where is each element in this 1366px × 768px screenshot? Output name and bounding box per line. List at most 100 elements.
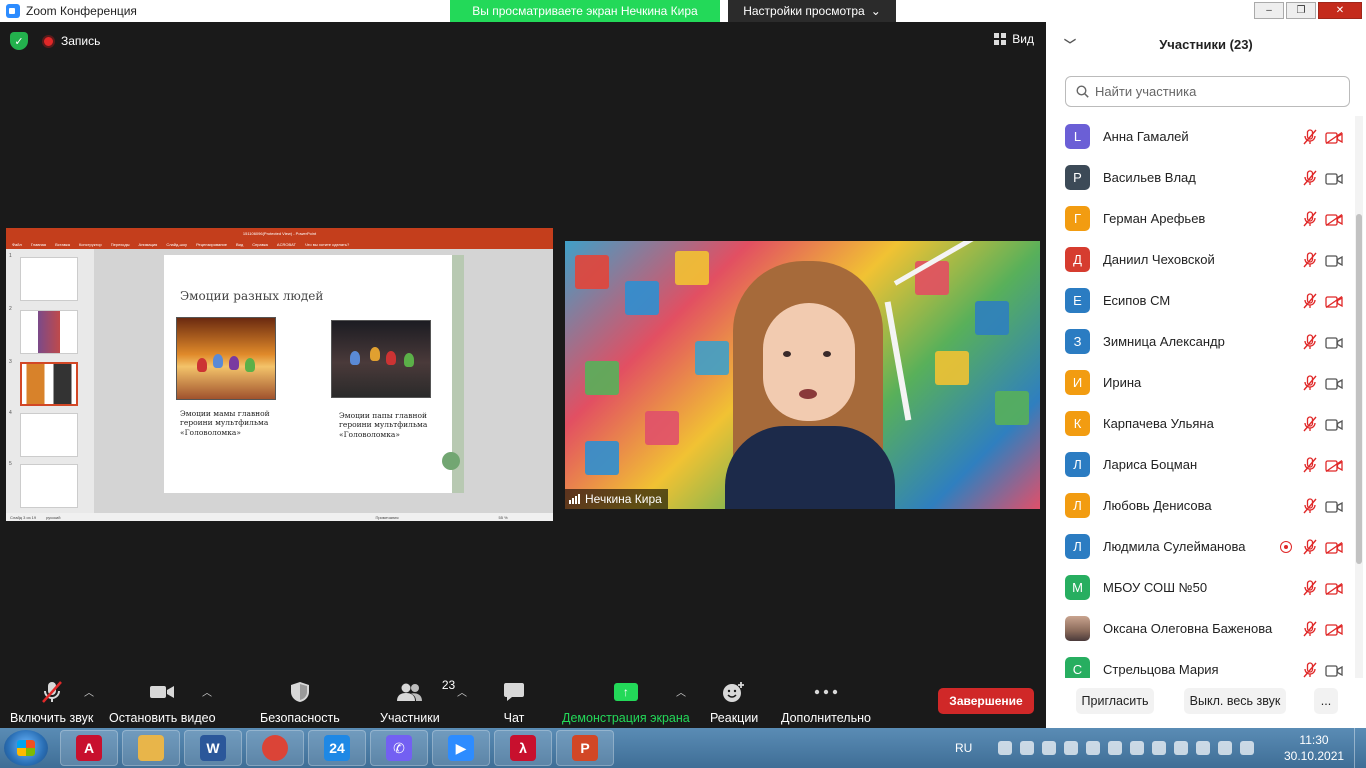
reactions-button[interactable]: Реакции xyxy=(710,680,758,725)
participant-row[interactable]: М МБОУ СОШ №50 xyxy=(1046,567,1354,608)
share-options-caret-icon[interactable]: ︿ xyxy=(676,684,686,699)
more-button[interactable]: Дополнительно xyxy=(781,680,871,725)
collapse-chevron-icon[interactable]: ﹀ xyxy=(1064,36,1076,53)
signal-icon[interactable] xyxy=(1196,741,1211,755)
view-label: Вид xyxy=(1012,32,1034,46)
participant-row[interactable]: L Анна Гамалей xyxy=(1046,116,1354,157)
thumb-number: 5 xyxy=(9,461,12,467)
participant-row[interactable]: Оксана Олеговна Баженова xyxy=(1046,608,1354,649)
character xyxy=(197,358,207,372)
mic-muted-icon xyxy=(1303,210,1317,227)
taskbar-file-explorer-button[interactable] xyxy=(122,730,180,766)
slide-thumbnail xyxy=(20,310,78,354)
language-indicator[interactable]: RU xyxy=(955,741,972,755)
bg-cube xyxy=(675,251,709,285)
screen-icon[interactable] xyxy=(1108,741,1123,755)
bg-cube xyxy=(625,281,659,315)
slide-thumbnail xyxy=(20,464,78,508)
taskbar-powerpoint-button[interactable]: P xyxy=(556,730,614,766)
participant-row[interactable]: Е Есипов СМ xyxy=(1046,280,1354,321)
participant-row[interactable]: Г Герман Арефьев xyxy=(1046,198,1354,239)
encryption-shield-icon[interactable]: ✓ xyxy=(10,32,28,50)
chevron-down-icon: ⌄ xyxy=(870,4,881,18)
scrollbar-thumb[interactable] xyxy=(1356,214,1362,564)
video-off-icon xyxy=(1325,459,1343,472)
slide-thumbnail xyxy=(20,257,78,301)
more-dots-icon xyxy=(814,680,838,704)
bluetooth-icon[interactable] xyxy=(1130,741,1145,755)
participant-row[interactable]: Л Людмила Сулейманова xyxy=(1046,526,1354,567)
ppt-ribbon-tab: Что вы хотите сделать? xyxy=(304,241,350,247)
participant-row[interactable]: К Карпачева Ульяна xyxy=(1046,403,1354,444)
app-24-icon: 24 xyxy=(324,735,350,761)
clock[interactable]: 11:30 30.10.2021 xyxy=(1284,732,1344,764)
participant-video[interactable]: Нечкина Кира xyxy=(565,241,1040,509)
drive-icon[interactable] xyxy=(1020,741,1035,755)
start-button[interactable] xyxy=(4,730,48,766)
audio-options-caret-icon[interactable]: ︿ xyxy=(84,684,94,699)
participant-name: Даниил Чеховской xyxy=(1103,252,1215,267)
bg-cube xyxy=(585,441,619,475)
slide-caption-right: Эмоции папы главной героини мультфильма … xyxy=(339,411,428,439)
participant-name: МБОУ СОШ №50 xyxy=(1103,580,1208,595)
taskbar-zoom-button[interactable]: ▶ xyxy=(432,730,490,766)
video-off-icon xyxy=(1325,295,1343,308)
minimize-button[interactable]: – xyxy=(1254,2,1284,19)
taskbar-chrome-button[interactable] xyxy=(246,730,304,766)
participant-row[interactable]: Л Любовь Денисова xyxy=(1046,485,1354,526)
participants-options-caret-icon[interactable]: ︿ xyxy=(457,684,467,699)
taskbar-acrobat-button[interactable]: λ xyxy=(494,730,552,766)
view-settings-button[interactable]: Настройки просмотра ⌄ xyxy=(728,0,896,22)
end-meeting-button[interactable]: Завершение xyxy=(938,688,1034,714)
view-button[interactable]: Вид xyxy=(994,32,1034,46)
participant-search[interactable] xyxy=(1065,76,1350,107)
participants-button[interactable]: 23 Участники xyxy=(380,678,455,725)
network-error-icon[interactable] xyxy=(1174,741,1189,755)
app-24-tray-icon[interactable] xyxy=(1152,741,1167,755)
participant-row[interactable]: Р Васильев Влад xyxy=(1046,157,1354,198)
search-input[interactable] xyxy=(1095,84,1335,99)
taskbar-app-24-button[interactable]: 24 xyxy=(308,730,366,766)
shared-screen[interactable]: 151106096(Protected View) - PowerPoint Ф… xyxy=(6,228,553,521)
unmute-button[interactable]: Включить звук xyxy=(10,680,93,725)
mic-muted-icon xyxy=(1303,661,1317,678)
security-tray-icon[interactable] xyxy=(1086,741,1101,755)
video-options-caret-icon[interactable]: ︿ xyxy=(202,684,212,699)
participant-name: Стрельцова Мария xyxy=(1103,662,1219,677)
video-on-icon xyxy=(1325,500,1343,513)
character xyxy=(370,347,380,361)
usb-icon[interactable] xyxy=(998,741,1013,755)
maximize-button[interactable]: ❐ xyxy=(1286,2,1316,19)
video-off-icon xyxy=(1325,623,1343,636)
participant-row[interactable]: Д Даниил Чеховской xyxy=(1046,239,1354,280)
participants-scrollbar[interactable] xyxy=(1355,116,1363,678)
volume-icon[interactable] xyxy=(1218,741,1233,755)
zoom-tray-icon[interactable] xyxy=(1064,741,1079,755)
mic-muted-icon xyxy=(1303,128,1317,145)
stop-video-button[interactable]: Остановить видео xyxy=(109,680,216,725)
shield-tray-icon[interactable] xyxy=(1042,741,1057,755)
show-desktop-button[interactable] xyxy=(1354,728,1366,768)
participant-name: Ирина xyxy=(1103,375,1142,390)
person-body xyxy=(725,426,895,509)
character xyxy=(245,358,255,372)
security-button[interactable]: Безопасность xyxy=(260,680,340,725)
mic-muted-icon xyxy=(1303,538,1317,555)
recording-indicator[interactable]: Запись xyxy=(42,34,100,48)
taskbar-adobe-reader-a-button[interactable]: A xyxy=(60,730,118,766)
close-button[interactable]: ✕ xyxy=(1318,2,1362,19)
participant-row[interactable]: З Зимница Александр xyxy=(1046,321,1354,362)
slide-image-dad xyxy=(331,320,431,398)
participant-row[interactable]: Л Лариса Боцман xyxy=(1046,444,1354,485)
update-icon[interactable] xyxy=(1240,741,1255,755)
participant-row[interactable]: С Стрельцова Мария xyxy=(1046,649,1354,678)
mute-all-button[interactable]: Выкл. весь звук xyxy=(1184,688,1286,714)
share-screen-button[interactable]: ↑ Демонстрация экрана xyxy=(562,680,690,725)
taskbar-viber-button[interactable]: ✆ xyxy=(370,730,428,766)
invite-button[interactable]: Пригласить xyxy=(1076,688,1154,714)
participant-row[interactable]: И Ирина xyxy=(1046,362,1354,403)
chat-button[interactable]: Чат xyxy=(503,680,525,725)
taskbar-word-button[interactable]: W xyxy=(184,730,242,766)
panel-more-button[interactable]: ... xyxy=(1314,688,1338,714)
system-tray: RU xyxy=(955,728,1255,768)
